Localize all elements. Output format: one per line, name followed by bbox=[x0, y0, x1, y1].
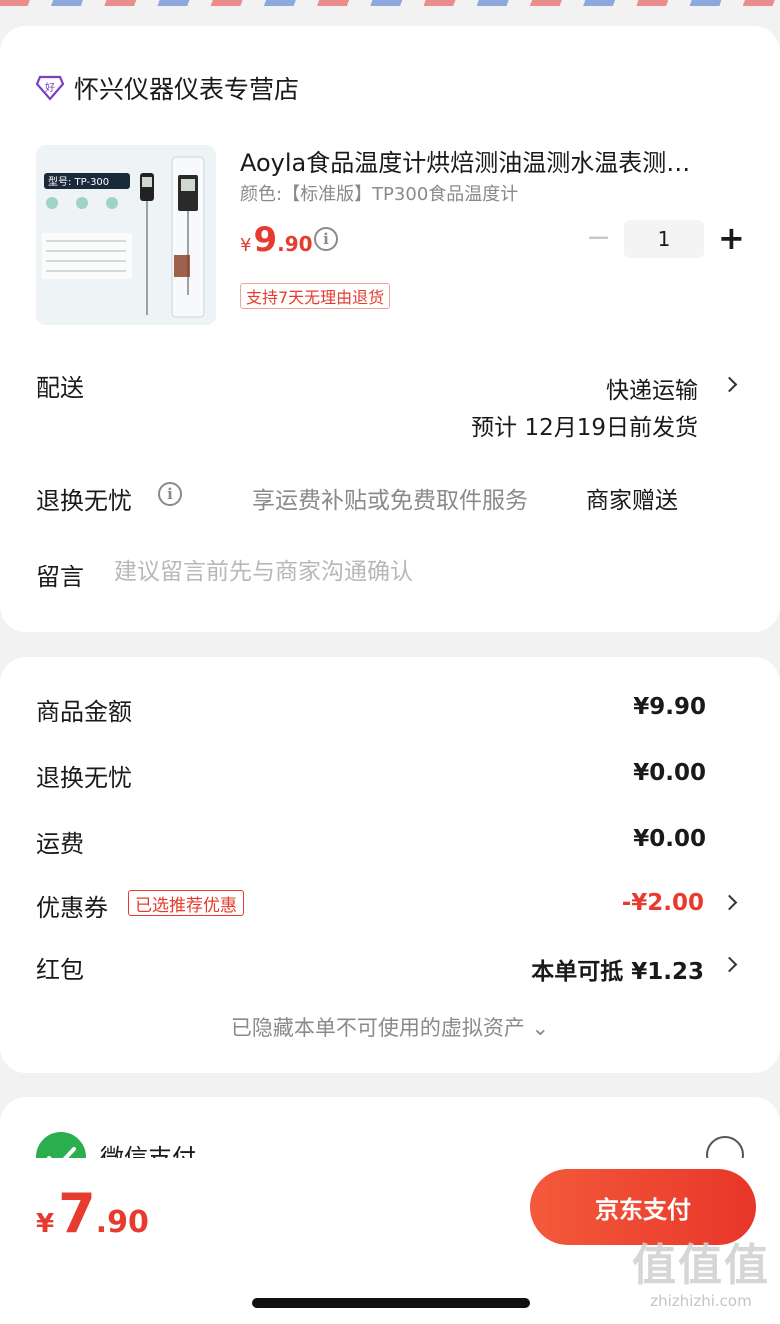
message-label: 留言 bbox=[36, 563, 84, 591]
refund-worry-desc: 享运费补贴或免费取件服务 bbox=[252, 488, 528, 514]
home-indicator[interactable] bbox=[252, 1298, 530, 1308]
product-image[interactable]: 型号: TP-300 bbox=[36, 145, 216, 325]
goods-amount-value: ¥9.90 bbox=[633, 694, 706, 720]
store-badge-icon: 好 bbox=[36, 75, 64, 101]
refund-worry-label: 退换无忧 bbox=[36, 487, 132, 515]
return-policy-tag: 支持7天无理由退货 bbox=[240, 283, 391, 309]
price-info-icon[interactable]: i bbox=[314, 227, 338, 251]
delivery-method[interactable]: 快递运输 bbox=[606, 371, 698, 405]
goods-amount-label: 商品金额 bbox=[36, 698, 132, 726]
message-input[interactable] bbox=[114, 556, 674, 588]
total-integer: 7 bbox=[58, 1182, 96, 1245]
product-variant[interactable]: 颜色:【标准版】TP300食品温度计 bbox=[240, 180, 518, 206]
redpacket-label: 红包 bbox=[36, 956, 84, 984]
airmail-border bbox=[0, 0, 780, 6]
store-name: 怀兴仪器仪表专营店 bbox=[74, 75, 300, 104]
refund-fee-value: ¥0.00 bbox=[633, 760, 706, 786]
order-card bbox=[0, 26, 780, 632]
refund-info-icon[interactable]: i bbox=[158, 482, 182, 506]
delivery-label: 配送 bbox=[36, 374, 84, 402]
shipping-value: ¥0.00 bbox=[633, 826, 706, 852]
price-decimal: .90 bbox=[277, 232, 313, 256]
coupon-value[interactable]: -¥2.00 bbox=[622, 890, 704, 916]
watermark-url: zhizhizhi.com bbox=[650, 1292, 752, 1310]
price-symbol: ¥ bbox=[240, 235, 252, 256]
delivery-estimate: 预计 12月19日前发货 bbox=[471, 415, 698, 441]
coupon-tag: 已选推荐优惠 bbox=[128, 890, 244, 916]
quantity-increase-button[interactable]: + bbox=[718, 221, 745, 255]
quantity-value[interactable]: 1 bbox=[624, 220, 704, 258]
shipping-label: 运费 bbox=[36, 830, 84, 858]
watermark: 值值值 zhizhizhi.com bbox=[626, 1240, 776, 1310]
total-symbol: ¥ bbox=[36, 1209, 55, 1239]
coupon-label: 优惠券 bbox=[36, 894, 108, 922]
product-title[interactable]: Aoyla食品温度计烘焙测油温测水温表测… bbox=[240, 143, 740, 178]
redpacket-value[interactable]: 本单可抵 ¥1.23 bbox=[531, 952, 704, 986]
total-decimal: .90 bbox=[95, 1205, 149, 1240]
svg-text:型号: TP-300: 型号: TP-300 bbox=[48, 175, 109, 188]
product-price: ¥ 9 .90 bbox=[240, 220, 313, 260]
svg-text:好: 好 bbox=[45, 82, 55, 94]
price-integer: 9 bbox=[253, 220, 278, 260]
refund-fee-label: 退换无忧 bbox=[36, 764, 132, 792]
watermark-logo: 值值值 bbox=[632, 1240, 770, 1291]
store-header[interactable]: 好 怀兴仪器仪表专营店 bbox=[36, 70, 299, 106]
hidden-assets-toggle[interactable]: 已隐藏本单不可使用的虚拟资产 ⌄ bbox=[0, 1012, 780, 1042]
total-price: ¥ 7 .90 bbox=[36, 1182, 149, 1245]
quantity-decrease-button[interactable]: − bbox=[586, 223, 611, 253]
jd-pay-button[interactable]: 京东支付 bbox=[530, 1169, 756, 1245]
refund-worry-gift: 商家赠送 bbox=[586, 488, 678, 514]
